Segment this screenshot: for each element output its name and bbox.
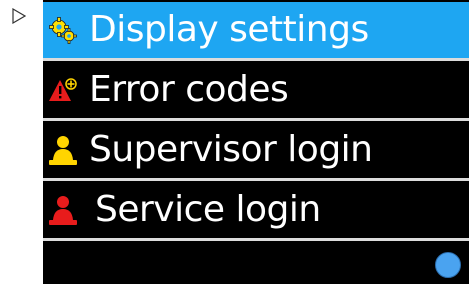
display-screen: Display settings Error codes Supervisor … xyxy=(43,0,469,284)
separator xyxy=(43,118,469,121)
status-dot-icon xyxy=(435,252,461,278)
supervisor-user-icon xyxy=(47,134,79,166)
menu-item-display-settings[interactable]: Display settings xyxy=(43,2,469,58)
service-user-icon xyxy=(47,194,79,226)
separator xyxy=(43,58,469,61)
menu-item-service-login[interactable]: Service login xyxy=(43,182,469,238)
menu-item-supervisor-login[interactable]: Supervisor login xyxy=(43,122,469,178)
menu-item-label: Display settings xyxy=(89,9,369,50)
gears-icon xyxy=(47,14,79,46)
menu-item-label: Error codes xyxy=(89,69,289,110)
separator xyxy=(43,238,469,241)
separator xyxy=(43,178,469,181)
warning-icon xyxy=(47,74,79,106)
menu-item-label: Service login xyxy=(95,189,321,230)
menu-item-label: Supervisor login xyxy=(89,129,373,170)
pointer-triangle-icon xyxy=(12,8,26,24)
menu-item-error-codes[interactable]: Error codes xyxy=(43,62,469,118)
